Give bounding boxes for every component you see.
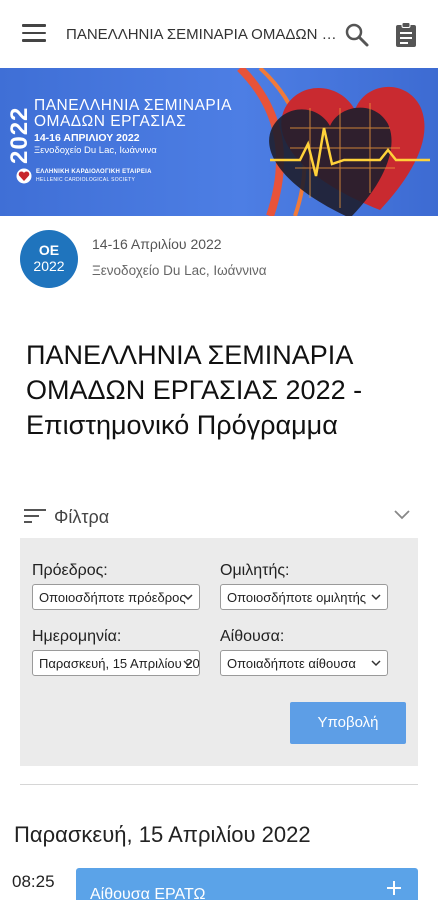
banner-year: 2022: [6, 106, 33, 164]
speaker-select-value: Οποιοσδήποτε ομιλητής: [227, 590, 367, 605]
session-header[interactable]: Αίθουσα ΕΡΑΤΩ: [76, 868, 418, 900]
plus-icon[interactable]: [386, 880, 402, 896]
filter-panel: Πρόεδρος: Οποιοσδήποτε πρόεδρος Ομιλητής…: [20, 538, 418, 766]
room-select-value: Οποιαδήποτε αίθουσα: [227, 656, 356, 671]
menu-icon[interactable]: [22, 24, 46, 44]
society-logo-icon: [16, 168, 32, 184]
banner-title-line1: ΠΑΝΕΛΛΗΝΙΑ ΣΕΜΙΝΑΡΙΑ: [34, 97, 232, 114]
chair-label: Πρόεδρος:: [32, 562, 108, 579]
chair-select-value: Οποιοσδήποτε πρόεδρος: [39, 590, 186, 605]
page-title: ΠΑΝΕΛΛΗΝΙΑ ΣΕΜΙΝΑΡΙΑ ΟΜΑΔΩΝ ΕΡΓΑΣΙΑΣ 202…: [26, 340, 363, 440]
select-arrow-icon: [183, 660, 193, 667]
banner-dates: 14-16 ΑΠΡΙΛΙΟΥ 2022: [34, 132, 140, 144]
room-label: Αίθουσα:: [220, 628, 285, 645]
event-date: 14-16 Απριλίου 2022: [92, 236, 222, 252]
submit-button[interactable]: Υποβολή: [290, 702, 406, 744]
chair-select[interactable]: Οποιοσδήποτε πρόεδρος: [32, 584, 200, 610]
filter-icon: [24, 509, 46, 523]
select-arrow-icon: [371, 660, 381, 667]
search-icon[interactable]: [344, 22, 370, 48]
app-bar: ΠΑΝΕΛΛΗΝΙΑ ΣΕΜΙΝΑΡΙΑ ΟΜΑΔΩΝ ΕΡΓΑΣΙΑΣ 202…: [0, 0, 438, 68]
select-arrow-icon: [371, 594, 381, 601]
speaker-label: Ομιλητής:: [220, 562, 290, 579]
select-arrow-icon: [183, 594, 193, 601]
badge-line1: ΟΕ: [38, 242, 60, 258]
day-title: Παρασκευή, 15 Απριλίου 2022: [14, 822, 311, 847]
event-banner: 2022 ΠΑΝΕΛΛΗΝΙΑ ΣΕΜΙΝΑΡΙΑ ΟΜΑΔΩΝ ΕΡΓΑΣΙΑ…: [0, 68, 438, 216]
badge-line2: 2022: [33, 258, 65, 274]
date-select-value: Παρασκευή, 15 Απριλίου 2022: [39, 656, 200, 671]
session-room-label: Αίθουσα ΕΡΑΤΩ: [90, 886, 206, 900]
filters-label: Φίλτρα: [54, 507, 110, 527]
divider: [20, 784, 418, 785]
banner-society-english: HELLENIC CARDIOLOGICAL SOCIETY: [36, 177, 136, 183]
app-bar-title: ΠΑΝΕΛΛΗΝΙΑ ΣΕΜΙΝΑΡΙΑ ΟΜΑΔΩΝ ΕΡΓΑΣΙΑΣ 202…: [66, 26, 338, 43]
event-venue: Ξενοδοχείο Du Lac, Ιωάννινα: [92, 263, 267, 278]
filters-toggle[interactable]: Φίλτρα: [20, 500, 418, 532]
banner-title: ΠΑΝΕΛΛΗΝΙΑ ΣΕΜΙΝΑΡΙΑ ΟΜΑΔΩΝ ΕΡΓΑΣΙΑΣ: [34, 98, 232, 130]
banner-society-greek: ΕΛΛΗΝΙΚΗ ΚΑΡΔΙΟΛΟΓΙΚΗ ΕΤΑΙΡΕΙΑ: [36, 169, 152, 175]
event-badge: ΟΕ 2022: [20, 230, 78, 288]
session-time: 08:25: [12, 872, 55, 891]
banner-title-line2: ΟΜΑΔΩΝ ΕΡΓΑΣΙΑΣ: [34, 113, 187, 130]
speaker-select[interactable]: Οποιοσδήποτε ομιλητής: [220, 584, 388, 610]
room-select[interactable]: Οποιαδήποτε αίθουσα: [220, 650, 388, 676]
chevron-down-icon: [394, 510, 410, 520]
date-label: Ημερομηνία:: [32, 628, 122, 645]
banner-venue: Ξενοδοχείο Du Lac, Ιωάννινα: [34, 145, 157, 156]
date-select[interactable]: Παρασκευή, 15 Απριλίου 2022: [32, 650, 200, 676]
clipboard-icon[interactable]: [394, 22, 418, 48]
hearts-artwork-icon: [237, 68, 430, 216]
